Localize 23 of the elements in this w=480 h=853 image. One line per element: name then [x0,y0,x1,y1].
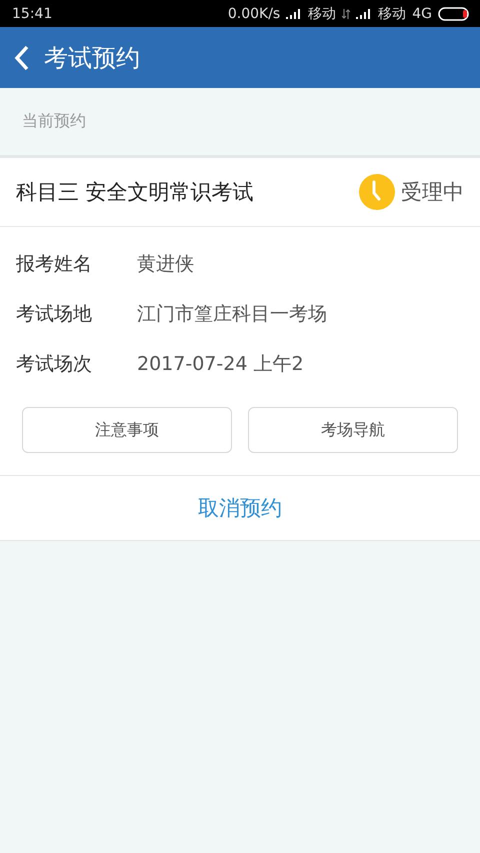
field-value: 2017-07-24 上午2 [137,352,304,377]
page-title: 考试预约 [44,42,140,74]
field-value: 黄进侠 [137,252,194,277]
network-type: 4G [412,6,432,22]
battery-icon [438,6,470,20]
field-label: 考试场地 [16,302,93,327]
carrier-name: 移动 [378,4,406,22]
back-icon[interactable] [14,44,30,70]
action-button[interactable]: 考场导航 [248,407,458,453]
section-label: 当前预约 [22,111,86,132]
clock-icon [359,174,395,210]
action-button[interactable]: 注意事项 [22,407,232,453]
network-speed: 0.00K/s [228,6,280,22]
clock-time: 15:41 [12,6,52,22]
carrier-name: 移动 [308,4,336,22]
field-label: 考试场次 [16,352,93,377]
signal-icon [356,8,372,18]
field-label: 报考姓名 [16,252,93,277]
data-arrows-icon [342,8,350,20]
signal-icon [286,8,302,18]
field-value: 江门市篁庄科目一考场 [137,302,327,327]
status-text: 受理中 [401,179,464,206]
exam-title: 科目三 安全文明常识考试 [16,179,255,206]
